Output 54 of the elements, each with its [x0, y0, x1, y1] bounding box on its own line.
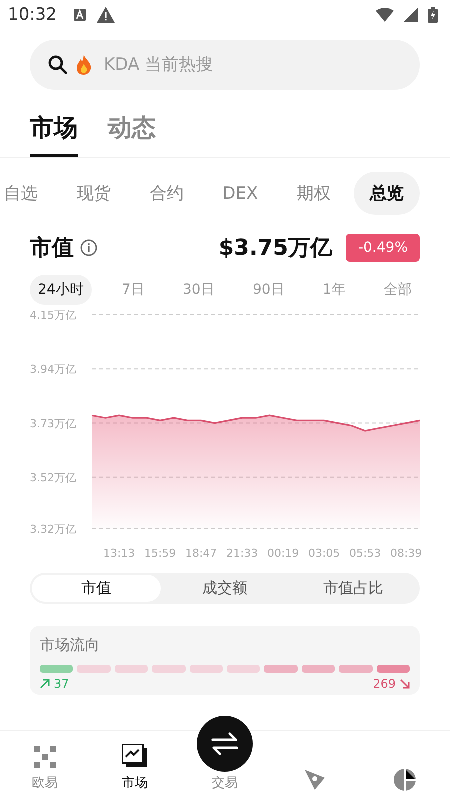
metric-tab[interactable]: 市值占比 [289, 575, 418, 602]
wifi-icon [376, 8, 394, 22]
range-tab[interactable]: 24小时 [30, 275, 92, 305]
y-axis-label: 3.32万亿 [30, 523, 76, 536]
arrow-down-icon [400, 679, 410, 689]
range-tab[interactable]: 全部 [376, 275, 420, 305]
signal-icon [404, 8, 418, 22]
range-tab[interactable]: 90日 [244, 275, 293, 305]
metric-tab[interactable]: 市值 [32, 575, 161, 602]
arrow-up-icon [40, 679, 50, 689]
search-field[interactable]: KDA 当前热搜 [30, 40, 420, 90]
y-axis-label: 4.15万亿 [30, 309, 76, 322]
chart-icon [122, 744, 148, 768]
x-axis-label: 13:13 [103, 547, 136, 560]
falling-count: 269 [373, 677, 396, 691]
notification-icon [73, 8, 87, 22]
compass-icon [303, 768, 327, 792]
range-tab[interactable]: 7日 [114, 275, 153, 305]
category-tab[interactable]: 现货 [60, 172, 127, 215]
range-tab[interactable]: 1年 [314, 275, 354, 305]
pie-icon [393, 768, 417, 792]
card-title: 市场流向 [40, 636, 101, 655]
status-time: 10:32 [8, 5, 57, 25]
x-axis-label: 03:05 [308, 547, 340, 560]
nav-item[interactable]: 交易 [195, 716, 255, 792]
battery-icon [428, 7, 438, 23]
x-axis-label: 21:33 [226, 547, 258, 560]
warning-icon [97, 7, 115, 23]
nav-item[interactable]: 市场 [105, 744, 165, 792]
metric-tab[interactable]: 成交额 [160, 575, 290, 602]
change-badge: -0.49% [346, 234, 420, 262]
flame-icon [76, 55, 92, 75]
market-tab[interactable]: 动态 [108, 112, 156, 157]
category-tab[interactable]: 合约 [134, 172, 200, 215]
x-axis-label: 05:53 [349, 547, 382, 560]
category-tab[interactable]: 期权 [281, 172, 348, 215]
x-axis-label: 08:39 [390, 547, 422, 560]
market-cap-value: $3.75万亿 [218, 235, 332, 263]
y-axis-label: 3.94万亿 [30, 363, 76, 376]
rising-count: 37 [54, 677, 70, 691]
category-tab[interactable]: 自选 [0, 172, 54, 215]
info-icon[interactable] [80, 239, 98, 257]
section-title: 市值 [30, 234, 74, 263]
search-icon [48, 55, 68, 75]
range-tab[interactable]: 30日 [175, 275, 223, 305]
nav-item[interactable]: 欧易 [15, 746, 75, 792]
x-axis-label: 00:19 [267, 547, 300, 560]
category-tab[interactable]: DEX [206, 174, 274, 214]
x-axis-label: 18:47 [185, 547, 218, 560]
category-tab[interactable]: 总览 [354, 172, 420, 215]
grid-icon [34, 746, 56, 768]
y-axis-label: 3.73万亿 [30, 417, 76, 430]
y-axis-label: 3.52万亿 [30, 471, 76, 484]
x-axis-label: 15:59 [144, 547, 176, 560]
